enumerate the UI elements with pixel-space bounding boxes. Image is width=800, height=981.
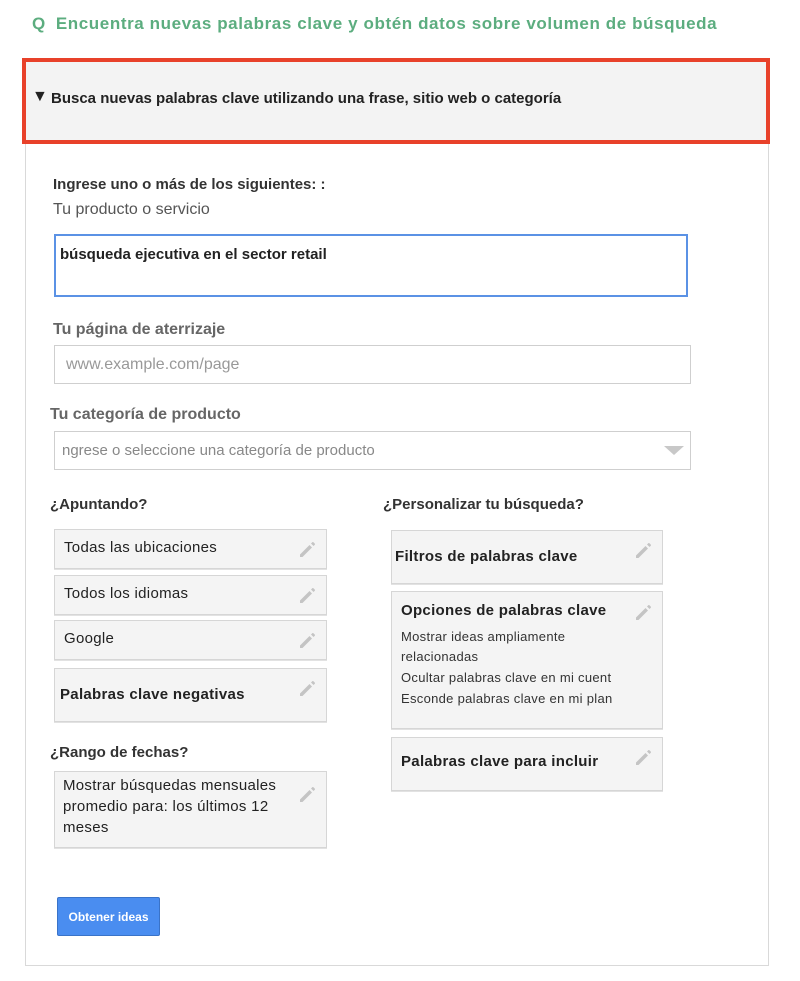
locations-value: Todas las ubicaciones <box>64 539 218 556</box>
date-range-value: Mostrar búsquedas mensuales promedio par… <box>63 777 277 836</box>
category-placeholder: ngrese o seleccione una categoría de pro… <box>62 442 375 459</box>
languages-value: Todos los idiomas <box>64 585 189 602</box>
date-range-card[interactable]: Mostrar búsquedas mensuales promedio par… <box>54 771 327 848</box>
page-heading: Q Encuentra nuevas palabras clave y obtén… <box>32 14 717 34</box>
keyword-options-card[interactable]: Opciones de palabras clave Mostrar ideas… <box>391 591 663 729</box>
landing-page-input[interactable]: www.example.com/page <box>54 345 691 384</box>
category-label: Tu categoría de producto <box>50 406 241 423</box>
keyword-option-hide-plan: Esconde palabras clave en mi plan <box>401 691 613 706</box>
pencil-icon[interactable] <box>297 784 317 804</box>
pencil-icon[interactable] <box>297 585 317 605</box>
pencil-icon[interactable] <box>297 539 317 559</box>
landing-page-label: Tu página de aterrizaje <box>53 321 226 338</box>
customize-label: ¿Personalizar tu búsqueda? <box>383 496 584 513</box>
targeting-label: ¿Apuntando? <box>50 496 148 513</box>
pencil-icon[interactable] <box>633 540 653 560</box>
date-range-label: ¿Rango de fechas? <box>50 744 189 761</box>
keyword-option-broad-cont: relacionadas <box>401 649 479 664</box>
keyword-options-title: Opciones de palabras clave <box>401 602 607 619</box>
pencil-icon[interactable] <box>297 630 317 650</box>
landing-page-placeholder: www.example.com/page <box>66 355 240 373</box>
triangle-down-icon[interactable]: ▼ <box>32 88 48 106</box>
section-header-highlighted[interactable]: ▼ Busca nuevas palabras clave utilizando… <box>22 58 770 144</box>
chevron-down-icon[interactable] <box>664 446 684 455</box>
pencil-icon[interactable] <box>633 602 653 622</box>
negative-keywords-card[interactable]: Palabras clave negativas <box>54 668 327 722</box>
product-input-value: búsqueda ejecutiva en el sector retail <box>60 246 327 263</box>
languages-card[interactable]: Todos los idiomas <box>54 575 327 615</box>
keywords-include-card[interactable]: Palabras clave para incluir <box>391 737 663 791</box>
keywords-include-value: Palabras clave para incluir <box>401 753 599 770</box>
locations-card[interactable]: Todas las ubicaciones <box>54 529 327 569</box>
intro-label: Ingrese uno o más de los siguientes: : <box>53 176 326 193</box>
pencil-icon[interactable] <box>297 678 317 698</box>
keyword-option-broad: Mostrar ideas ampliamente <box>401 629 566 644</box>
network-value: Google <box>64 630 115 647</box>
negative-keywords-value: Palabras clave negativas <box>60 686 245 703</box>
get-ideas-button[interactable]: Obtener ideas <box>57 897 160 936</box>
keyword-option-hide-account: Ocultar palabras clave en mi cuent <box>401 670 612 685</box>
heading-text: Encuentra nuevas palabras clave y obtén … <box>55 14 718 33</box>
network-card[interactable]: Google <box>54 620 327 660</box>
keyword-filters-card[interactable]: Filtros de palabras clave <box>391 530 663 584</box>
section-title[interactable]: Busca nuevas palabras clave utilizando u… <box>51 90 561 107</box>
category-select[interactable]: ngrese o seleccione una categoría de pro… <box>54 431 691 470</box>
product-input[interactable]: búsqueda ejecutiva en el sector retail <box>54 234 688 297</box>
keyword-filters-value: Filtros de palabras clave <box>395 548 578 565</box>
product-label: Tu producto o servicio <box>53 201 210 218</box>
pencil-icon[interactable] <box>633 747 653 767</box>
heading-prefix: Q <box>32 14 46 33</box>
